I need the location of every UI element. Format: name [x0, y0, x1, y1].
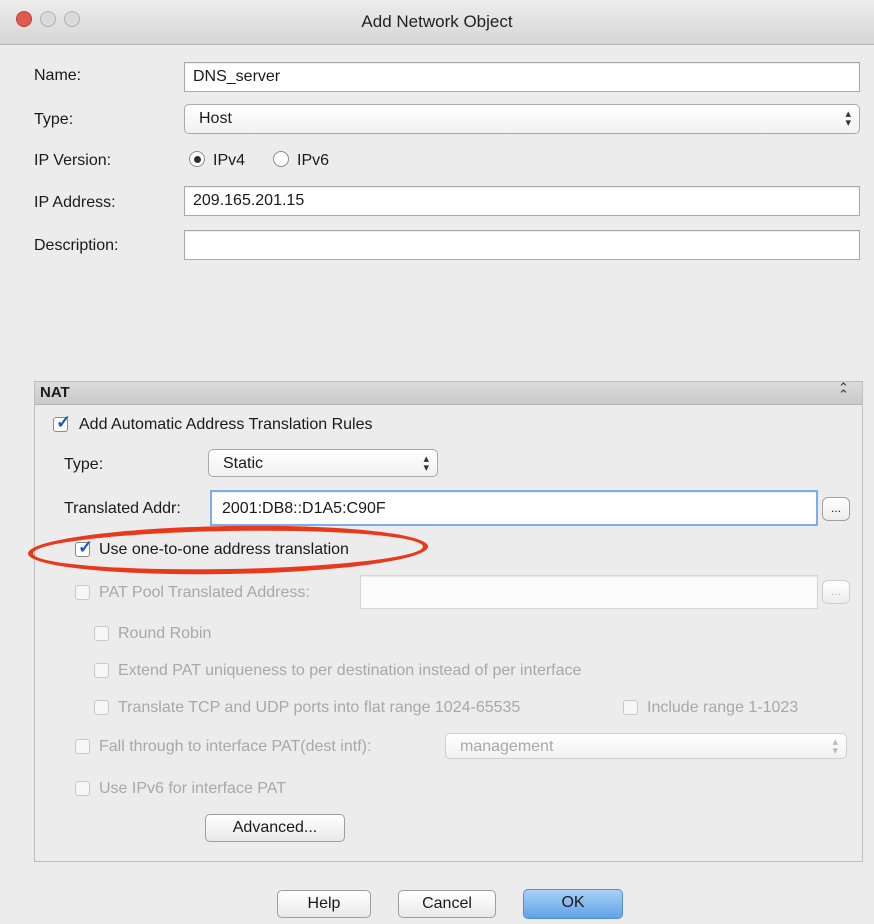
include-range-label: Include range 1-1023: [647, 699, 799, 716]
use-ipv6-label: Use IPv6 for interface PAT: [99, 780, 287, 797]
fall-through-label: Fall through to interface PAT(dest intf)…: [99, 738, 372, 755]
ip-address-field[interactable]: 209.165.201.15: [184, 186, 860, 216]
nat-panel-header[interactable]: [35, 382, 862, 405]
include-range-checkbox[interactable]: [623, 700, 638, 715]
translate-ports-checkbox[interactable]: [94, 700, 109, 715]
name-field[interactable]: DNS_server: [184, 62, 860, 92]
advanced-button[interactable]: Advanced...: [205, 814, 345, 842]
chevron-updown-icon: ▴ ▾: [423, 453, 429, 474]
fall-through-checkbox[interactable]: [75, 739, 90, 754]
extend-pat-label: Extend PAT uniqueness to per destination…: [118, 662, 582, 679]
translated-addr-field[interactable]: 2001:DB8::D1A5:C90F: [210, 490, 818, 526]
auto-rules-label: Add Automatic Address Translation Rules: [79, 416, 373, 433]
pat-pool-browse-button[interactable]: ...: [822, 580, 850, 604]
auto-rules-checkbox[interactable]: ✓: [53, 413, 71, 432]
name-label: Name:: [34, 67, 82, 84]
use-ipv6-checkbox[interactable]: [75, 781, 90, 796]
description-field[interactable]: [184, 230, 860, 260]
round-robin-checkbox[interactable]: [94, 626, 109, 641]
ip-version-label: IP Version:: [34, 152, 112, 169]
fall-through-select[interactable]: management ▴ ▾: [445, 733, 847, 759]
nat-header-label: NAT: [40, 384, 70, 401]
round-robin-label: Round Robin: [118, 625, 212, 642]
pat-pool-label: PAT Pool Translated Address:: [99, 584, 310, 601]
type-label: Type:: [34, 111, 74, 128]
translated-addr-label: Translated Addr:: [64, 500, 181, 517]
type-select[interactable]: Host ▴ ▾: [184, 104, 860, 134]
ok-button[interactable]: OK: [523, 889, 623, 919]
ipv4-radio[interactable]: [189, 151, 205, 167]
nat-type-select[interactable]: Static ▴ ▾: [208, 449, 438, 477]
collapse-icon[interactable]: ⌃ ⌃: [838, 381, 849, 401]
checkmark-icon: ✓: [56, 412, 72, 432]
nat-type-label: Type:: [64, 456, 104, 473]
window-title: Add Network Object: [361, 12, 513, 31]
type-select-value: Host: [199, 110, 232, 127]
translated-addr-browse-button[interactable]: ...: [822, 497, 850, 521]
help-button[interactable]: Help: [277, 890, 371, 918]
cancel-button[interactable]: Cancel: [398, 890, 496, 918]
pat-pool-checkbox[interactable]: [75, 585, 90, 600]
ipv4-label: IPv4: [213, 152, 246, 169]
pat-pool-field[interactable]: [360, 575, 818, 609]
chevron-updown-icon: ▴ ▾: [845, 108, 851, 129]
ipv6-radio[interactable]: [273, 151, 289, 167]
chevron-updown-icon: ▴ ▾: [832, 736, 838, 757]
translate-ports-label: Translate TCP and UDP ports into flat ra…: [118, 699, 521, 716]
description-label: Description:: [34, 237, 119, 254]
extend-pat-checkbox[interactable]: [94, 663, 109, 678]
fall-through-select-value: management: [460, 738, 554, 755]
nat-type-select-value: Static: [223, 455, 264, 472]
ip-address-label: IP Address:: [34, 194, 116, 211]
ipv6-label: IPv6: [297, 152, 330, 169]
